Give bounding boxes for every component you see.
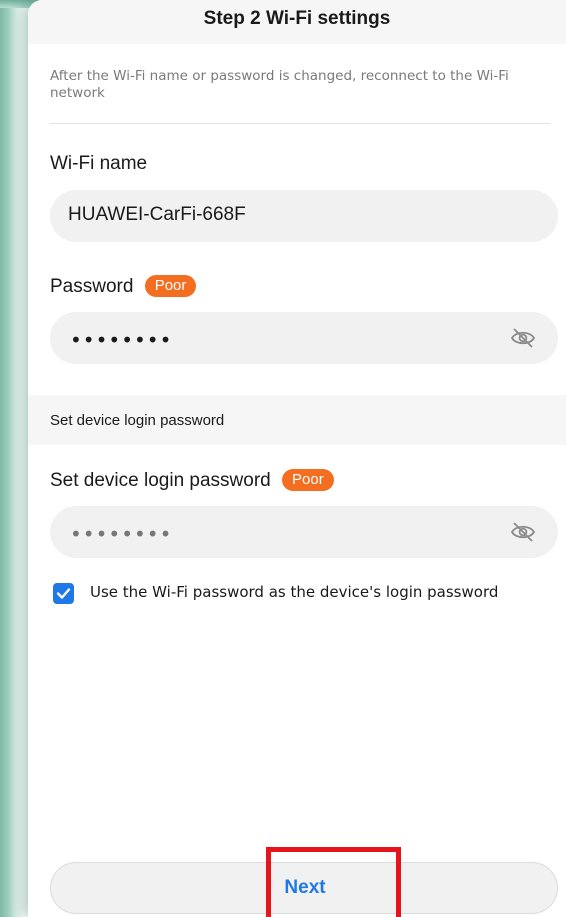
- device-password-masked-value: ••••••••: [70, 522, 173, 546]
- device-login-section-header: Set device login password: [28, 395, 566, 445]
- divider: [50, 123, 550, 124]
- device-password-label: Set device login password: [50, 470, 271, 491]
- password-label-row: Password Poor: [50, 275, 197, 298]
- check-icon: [56, 588, 71, 599]
- section-title: Set device login password: [50, 412, 225, 429]
- highlight-box: [266, 847, 401, 917]
- device-password-field[interactable]: ••••••••: [50, 506, 558, 558]
- reconnect-notice: After the Wi-Fi name or password is chan…: [50, 68, 509, 101]
- wifi-name-value: HUAWEI-CarFi-668F: [68, 204, 246, 225]
- device-password-label-row: Set device login password Poor: [50, 469, 334, 492]
- same-password-checkbox[interactable]: [53, 583, 74, 604]
- password-field[interactable]: ••••••••: [50, 312, 558, 364]
- wifi-name-label: Wi-Fi name: [50, 153, 148, 174]
- page-title: Step 2 Wi-Fi settings: [203, 8, 391, 29]
- password-strength-badge: Poor: [144, 275, 197, 297]
- password-label: Password: [50, 276, 134, 297]
- header-bar: Step 2 Wi-Fi settings: [28, 0, 566, 44]
- password-masked-value: ••••••••: [70, 328, 173, 352]
- eye-off-icon[interactable]: [510, 326, 536, 350]
- device-password-strength-badge: Poor: [282, 469, 334, 491]
- wifi-name-field[interactable]: HUAWEI-CarFi-668F: [50, 190, 558, 242]
- same-password-label[interactable]: Use the Wi-Fi password as the device's l…: [90, 583, 498, 601]
- app-screen: Step 2 Wi-Fi settings After the Wi-Fi na…: [28, 0, 566, 917]
- eye-off-icon[interactable]: [510, 520, 536, 544]
